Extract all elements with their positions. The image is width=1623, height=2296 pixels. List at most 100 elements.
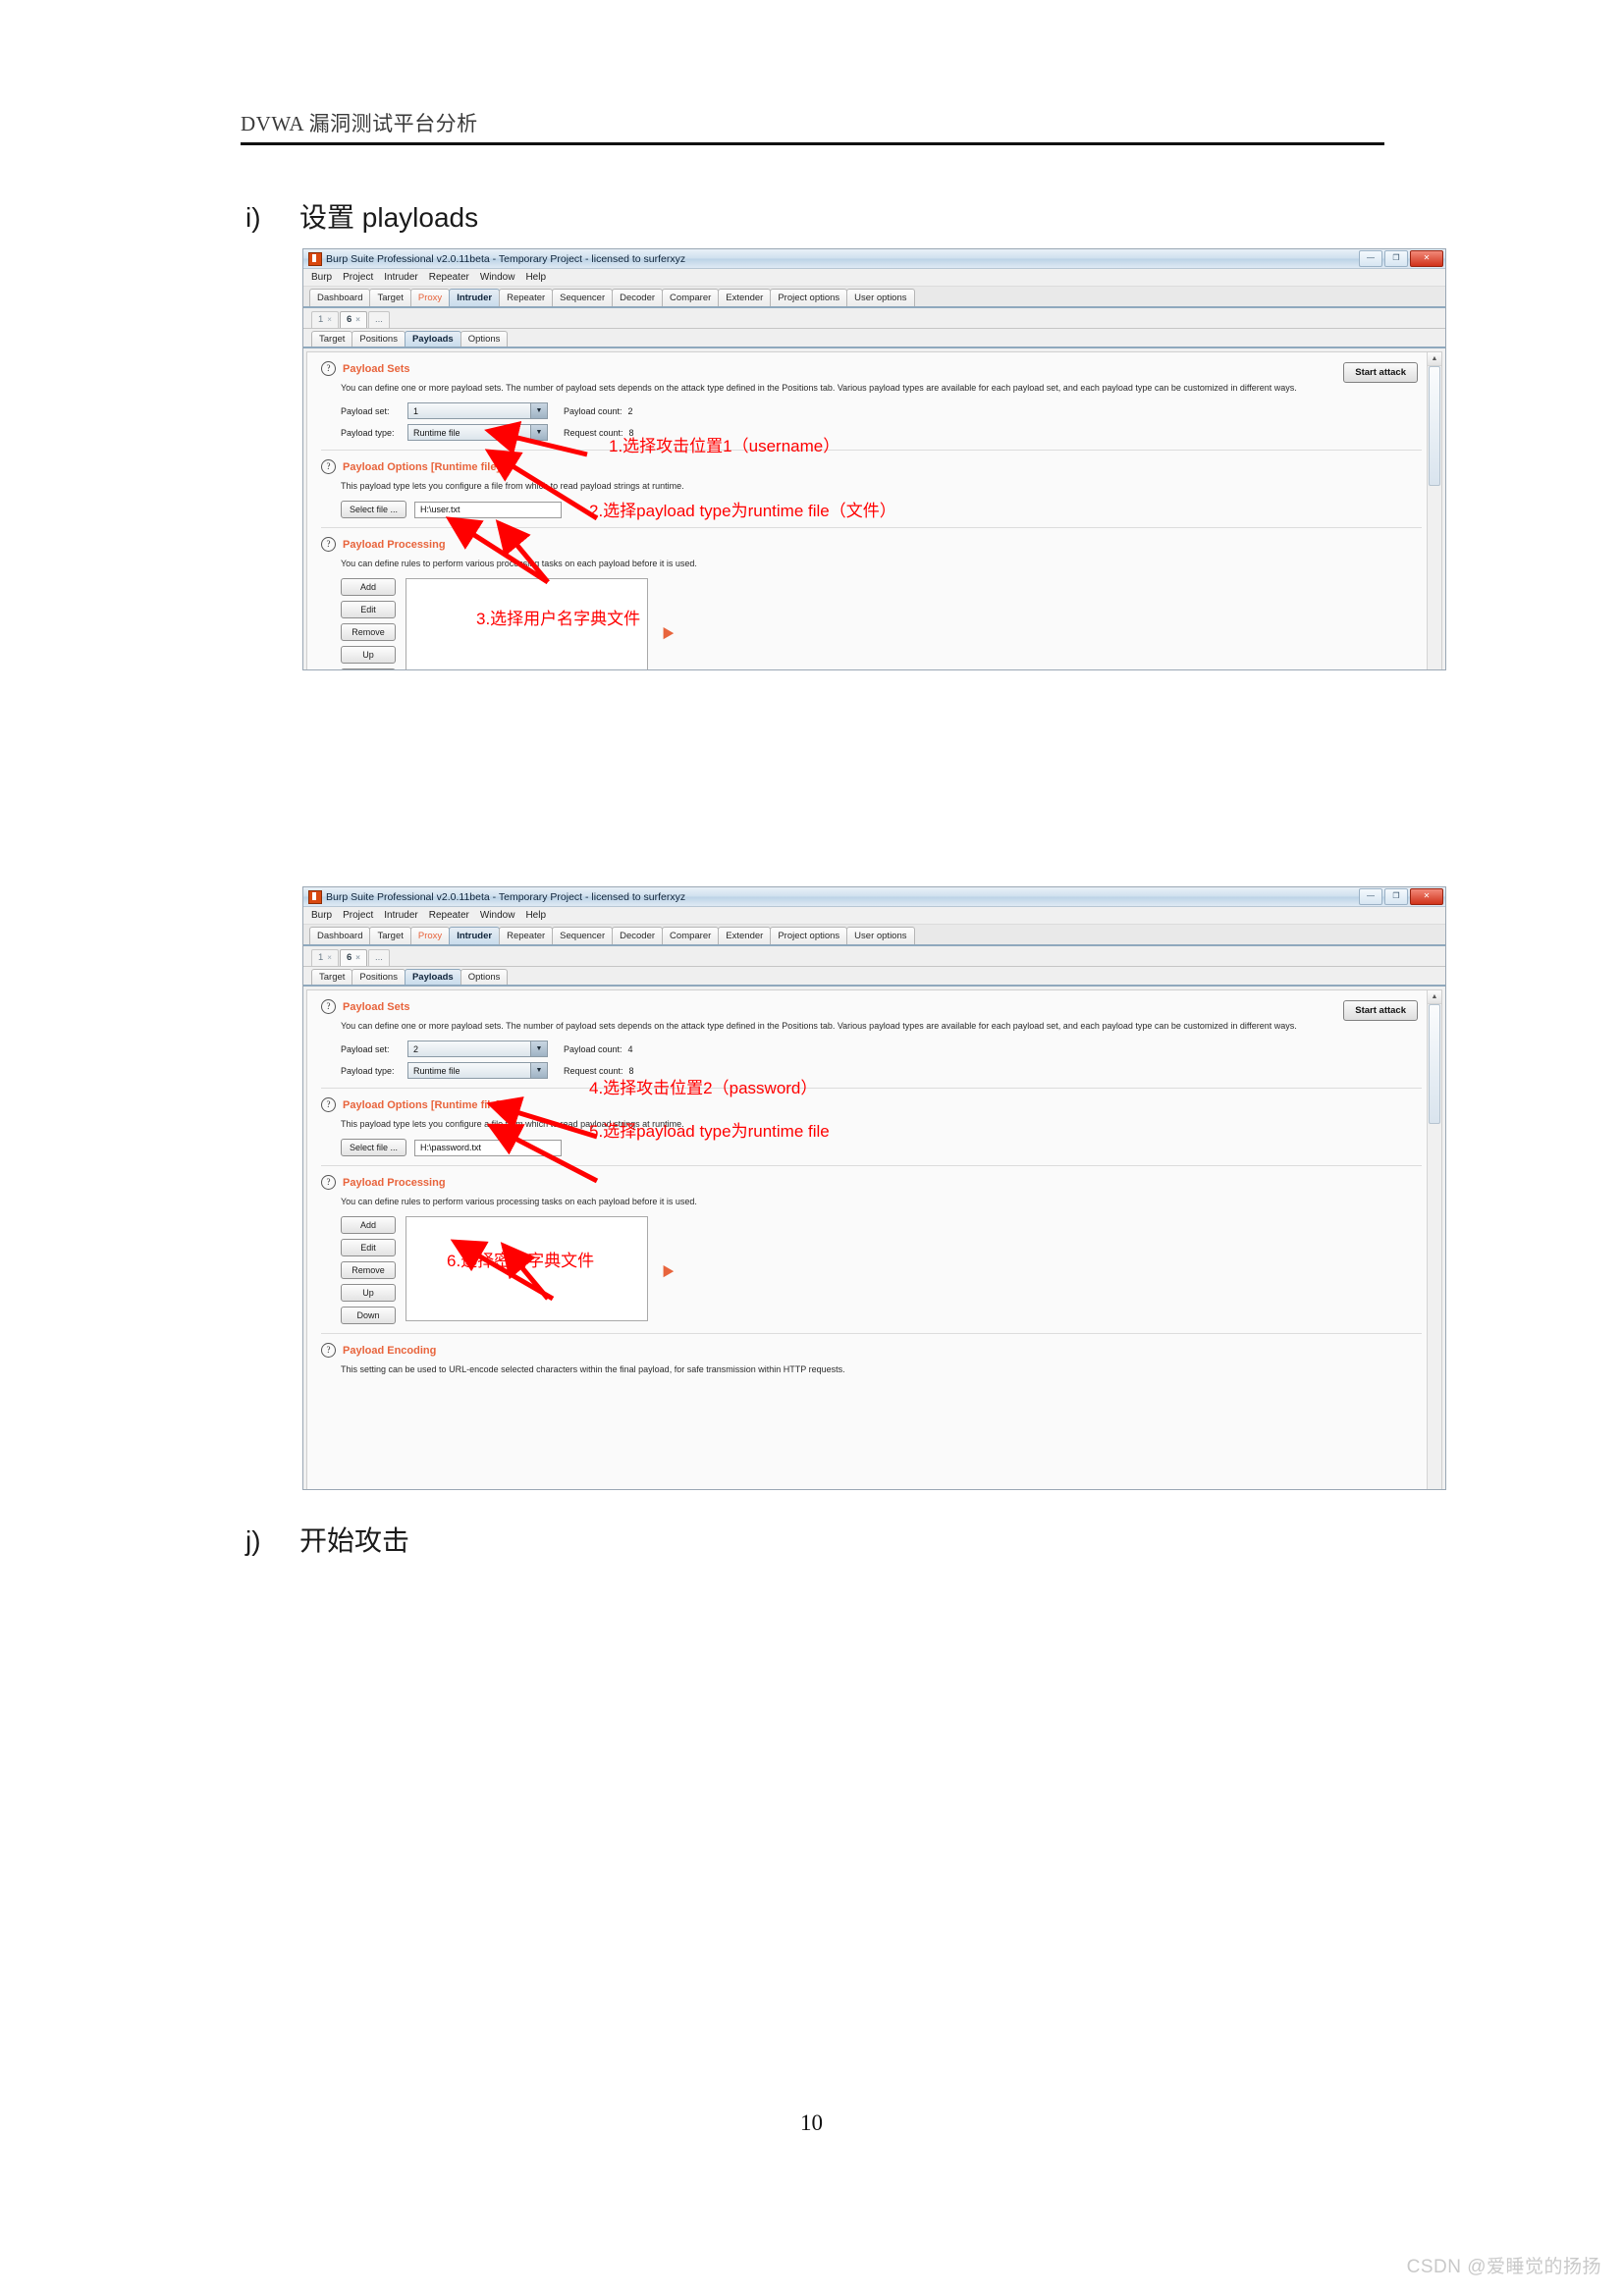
menu-item-intruder[interactable]: Intruder [384,910,417,921]
window-buttons[interactable]: — ❐ ✕ [1359,888,1443,905]
main-tab-bar[interactable]: Dashboard Target Proxy Intruder Repeater… [303,287,1445,308]
chevron-down-icon[interactable]: ▼ [530,1041,547,1057]
subtab-options[interactable]: Options [460,331,509,347]
tab-decoder[interactable]: Decoder [612,289,664,306]
main-tab-bar[interactable]: Dashboard Target Proxy Intruder Repeater… [303,925,1445,946]
minimize-button[interactable]: — [1359,250,1382,267]
help-icon[interactable]: ? [321,537,336,553]
tab-dashboard[interactable]: Dashboard [309,289,371,306]
subtab-positions[interactable]: Positions [352,331,406,347]
payload-processing-buttons[interactable]: Add Edit Remove Up Down [341,1216,396,1325]
payload-set-dropdown[interactable]: 2 ▼ [407,1041,548,1058]
vertical-scrollbar[interactable]: ▲ ▼ [1427,352,1441,669]
scroll-up-icon[interactable]: ▲ [1428,352,1441,366]
menu-item-repeater[interactable]: Repeater [429,910,469,921]
edit-button[interactable]: Edit [341,601,396,619]
close-button[interactable]: ✕ [1410,888,1443,905]
attack-tab-6[interactable]: 6 × [339,949,367,966]
menu-bar[interactable]: Burp Project Intruder Repeater Window He… [303,907,1445,925]
subtab-payloads[interactable]: Payloads [404,969,461,985]
attack-tab-1[interactable]: 1 × [311,311,339,328]
menu-bar[interactable]: Burp Project Intruder Repeater Window He… [303,269,1445,287]
chevron-down-icon[interactable]: ▼ [530,403,547,419]
subtab-target[interactable]: Target [311,969,353,985]
burp-window-1[interactable]: Burp Suite Professional v2.0.11beta - Te… [302,248,1446,670]
tab-intruder[interactable]: Intruder [449,289,501,306]
tab-target[interactable]: Target [369,927,411,944]
window-buttons[interactable]: — ❐ ✕ [1359,250,1443,267]
sub-tab-bar[interactable]: Target Positions Payloads Options [303,329,1445,348]
attack-tab-bar[interactable]: 1 × 6 × ... [303,946,1445,967]
tab-proxy[interactable]: Proxy [409,289,451,306]
help-icon[interactable]: ? [321,459,336,475]
payload-type-dropdown[interactable]: Runtime file ▼ [407,1062,548,1080]
tab-repeater[interactable]: Repeater [499,289,554,306]
menu-item-intruder[interactable]: Intruder [384,272,417,283]
tab-project-options[interactable]: Project options [770,927,848,944]
tab-user-options[interactable]: User options [846,927,915,944]
tab-dashboard[interactable]: Dashboard [309,927,371,944]
menu-item-window[interactable]: Window [480,272,515,283]
start-attack-button[interactable]: Start attack [1343,1000,1418,1021]
tab-project-options[interactable]: Project options [770,289,848,306]
vertical-scrollbar[interactable]: ▲ ▼ [1427,990,1441,1489]
tab-intruder[interactable]: Intruder [449,927,501,944]
payload-processing-buttons[interactable]: Add Edit Remove Up Down [341,578,396,669]
subtab-positions[interactable]: Positions [352,969,406,985]
start-attack-button[interactable]: Start attack [1343,362,1418,383]
tab-comparer[interactable]: Comparer [662,289,720,306]
minimize-button[interactable]: — [1359,888,1382,905]
close-icon[interactable]: × [355,953,360,962]
payload-set-dropdown[interactable]: 1 ▼ [407,402,548,420]
tab-sequencer[interactable]: Sequencer [552,927,614,944]
attack-tab-more[interactable]: ... [367,949,390,966]
menu-item-project[interactable]: Project [343,272,373,283]
help-icon[interactable]: ? [321,1175,336,1191]
subtab-payloads[interactable]: Payloads [404,331,461,347]
menu-item-window[interactable]: Window [480,910,515,921]
burp-window-2[interactable]: Burp Suite Professional v2.0.11beta - Te… [302,886,1446,1490]
scrollbar-thumb[interactable] [1429,1004,1440,1124]
tab-extender[interactable]: Extender [718,927,772,944]
attack-tab-more[interactable]: ... [367,311,390,328]
tab-target[interactable]: Target [369,289,411,306]
expand-caret-icon[interactable]: ▶ [662,1261,675,1280]
up-button[interactable]: Up [341,646,396,665]
close-icon[interactable]: × [327,953,332,962]
tab-comparer[interactable]: Comparer [662,927,720,944]
close-button[interactable]: ✕ [1410,250,1443,267]
file-path-field[interactable]: H:\password.txt [414,1139,563,1156]
select-file-button[interactable]: Select file ... [341,501,407,519]
down-button[interactable]: Down [341,668,396,669]
help-icon[interactable]: ? [321,1097,336,1113]
help-icon[interactable]: ? [321,361,336,376]
remove-button[interactable]: Remove [341,623,396,642]
menu-item-project[interactable]: Project [343,910,373,921]
menu-item-help[interactable]: Help [525,272,546,283]
menu-item-burp[interactable]: Burp [311,910,332,921]
maximize-button[interactable]: ❐ [1384,888,1408,905]
help-icon[interactable]: ? [321,1343,336,1359]
edit-button[interactable]: Edit [341,1239,396,1257]
subtab-options[interactable]: Options [460,969,509,985]
attack-tab-1[interactable]: 1 × [311,949,339,966]
menu-item-help[interactable]: Help [525,910,546,921]
expand-caret-icon[interactable]: ▶ [662,623,675,642]
tab-user-options[interactable]: User options [846,289,915,306]
tab-sequencer[interactable]: Sequencer [552,289,614,306]
scroll-up-icon[interactable]: ▲ [1428,990,1441,1004]
subtab-target[interactable]: Target [311,331,353,347]
close-icon[interactable]: × [355,315,360,324]
add-button[interactable]: Add [341,1216,396,1235]
up-button[interactable]: Up [341,1284,396,1303]
sub-tab-bar[interactable]: Target Positions Payloads Options [303,967,1445,987]
menu-item-burp[interactable]: Burp [311,272,332,283]
menu-item-repeater[interactable]: Repeater [429,272,469,283]
down-button[interactable]: Down [341,1307,396,1325]
tab-extender[interactable]: Extender [718,289,772,306]
remove-button[interactable]: Remove [341,1261,396,1280]
close-icon[interactable]: × [327,315,332,324]
file-path-field[interactable]: H:\user.txt [414,501,563,518]
scrollbar-thumb[interactable] [1429,366,1440,486]
maximize-button[interactable]: ❐ [1384,250,1408,267]
